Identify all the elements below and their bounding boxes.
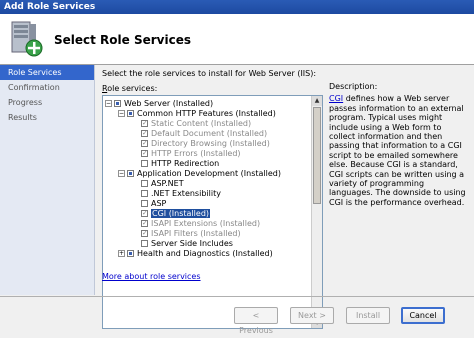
checkbox-asp[interactable] bbox=[141, 200, 148, 207]
scroll-up-icon[interactable]: ▲ bbox=[312, 96, 322, 106]
tree-item-directory-browsing: Directory Browsing (Installed) bbox=[141, 138, 270, 149]
cancel-button[interactable]: Cancel bbox=[401, 307, 445, 324]
main-content: Select the role services to install for … bbox=[102, 65, 470, 329]
window-title: Add Role Services bbox=[0, 0, 474, 14]
roles-label-rest: ole services: bbox=[107, 84, 158, 93]
checkbox-isapi-filters bbox=[141, 228, 148, 238]
tree-label: Static Content (Installed) bbox=[151, 119, 252, 128]
tree-label: ASP bbox=[151, 199, 167, 208]
tree-label: ASP.NET bbox=[151, 179, 184, 188]
tree-item-web-server[interactable]: − Web Server (Installed) bbox=[105, 99, 213, 109]
tree-label-selected: CGI (Installed) bbox=[151, 209, 211, 218]
tree-label: Directory Browsing (Installed) bbox=[151, 139, 270, 148]
scroll-thumb[interactable] bbox=[313, 107, 321, 204]
checkbox-default-document bbox=[141, 128, 148, 138]
wizard-steps-nav: Role Services Confirmation Progress Resu… bbox=[0, 65, 95, 295]
checkbox-server-side-includes[interactable] bbox=[141, 240, 148, 247]
checkbox-http-errors bbox=[141, 148, 148, 158]
collapse-icon[interactable]: − bbox=[118, 110, 125, 117]
previous-button[interactable]: < Previous bbox=[234, 307, 278, 335]
tree-label: HTTP Redirection bbox=[151, 159, 220, 168]
checkbox-app-development[interactable] bbox=[127, 170, 134, 177]
tree-label: Default Document (Installed) bbox=[151, 129, 268, 138]
tree-label: Common HTTP Features (Installed) bbox=[137, 109, 276, 118]
description-link[interactable]: CGI bbox=[329, 94, 343, 103]
footer-separator bbox=[0, 296, 474, 297]
tree-item-net-extensibility[interactable]: .NET Extensibility bbox=[141, 189, 221, 199]
tree-label: Application Development (Installed) bbox=[137, 169, 281, 178]
tree-item-server-side-includes[interactable]: Server Side Includes bbox=[141, 239, 233, 249]
tree-item-default-document: Default Document (Installed) bbox=[141, 128, 268, 139]
tree-item-http-errors: HTTP Errors (Installed) bbox=[141, 148, 241, 159]
checkbox-isapi-extensions bbox=[141, 218, 148, 228]
checkbox-cgi[interactable] bbox=[141, 208, 148, 218]
tree-item-isapi-filters: ISAPI Filters (Installed) bbox=[141, 228, 241, 239]
tree-label: Web Server (Installed) bbox=[124, 99, 214, 108]
install-button[interactable]: Install bbox=[346, 307, 390, 324]
more-about-role-services-link[interactable]: More about role services bbox=[102, 272, 201, 281]
collapse-icon[interactable]: − bbox=[118, 170, 125, 177]
tree-item-cgi[interactable]: CGI (Installed) bbox=[141, 208, 211, 219]
tree-item-health-diagnostics[interactable]: + Health and Diagnostics (Installed) bbox=[118, 249, 273, 259]
description-panel: Description: CGI defines how a Web serve… bbox=[329, 82, 466, 207]
tree-box: − Web Server (Installed) − Common HTTP Fea… bbox=[102, 95, 323, 329]
checkbox-web-server[interactable] bbox=[114, 100, 121, 107]
collapse-icon[interactable]: − bbox=[105, 100, 112, 107]
tree-item-http-redirection[interactable]: HTTP Redirection bbox=[141, 159, 219, 169]
description-label: Description: bbox=[329, 82, 378, 91]
next-button[interactable]: Next > bbox=[290, 307, 334, 324]
nav-item-progress[interactable]: Progress bbox=[0, 95, 94, 110]
description-text: defines how a Web server passes informat… bbox=[329, 94, 466, 207]
tree-item-isapi-extensions: ISAPI Extensions (Installed) bbox=[141, 218, 261, 229]
tree-label: ISAPI Extensions (Installed) bbox=[151, 219, 261, 228]
tree-item-app-development[interactable]: − Application Development (Installed) bbox=[118, 169, 281, 179]
tree-label: HTTP Errors (Installed) bbox=[151, 149, 241, 158]
page-title: Select Role Services bbox=[54, 33, 192, 47]
checkbox-http-redirection[interactable] bbox=[141, 160, 148, 167]
description-body: CGI defines how a Web server passes info… bbox=[329, 94, 466, 207]
tree-label: ISAPI Filters (Installed) bbox=[151, 229, 241, 238]
checkbox-static-content bbox=[141, 118, 148, 128]
checkbox-health-diagnostics[interactable] bbox=[127, 250, 134, 257]
checkbox-directory-browsing bbox=[141, 138, 148, 148]
wizard-header: Select Role Services bbox=[0, 14, 474, 65]
checkbox-net-extensibility[interactable] bbox=[141, 190, 148, 197]
nav-item-confirmation[interactable]: Confirmation bbox=[0, 80, 94, 95]
tree-label: .NET Extensibility bbox=[151, 189, 221, 198]
roles-label: Role services: bbox=[102, 84, 157, 93]
server-add-icon bbox=[11, 21, 43, 57]
nav-item-results[interactable]: Results bbox=[0, 110, 94, 125]
tree-label: Server Side Includes bbox=[151, 239, 233, 248]
instruction-text: Select the role services to install for … bbox=[102, 69, 317, 78]
expand-icon[interactable]: + bbox=[118, 250, 125, 257]
tree-scrollbar[interactable]: ▲ ▼ bbox=[311, 96, 322, 328]
tree-item-asp-net[interactable]: ASP.NET bbox=[141, 179, 184, 189]
checkbox-common-http[interactable] bbox=[127, 110, 134, 117]
tree-label: Health and Diagnostics (Installed) bbox=[137, 249, 273, 258]
tree-item-static-content: Static Content (Installed) bbox=[141, 118, 252, 129]
checkbox-asp-net[interactable] bbox=[141, 180, 148, 187]
nav-item-role-services[interactable]: Role Services bbox=[0, 65, 94, 80]
